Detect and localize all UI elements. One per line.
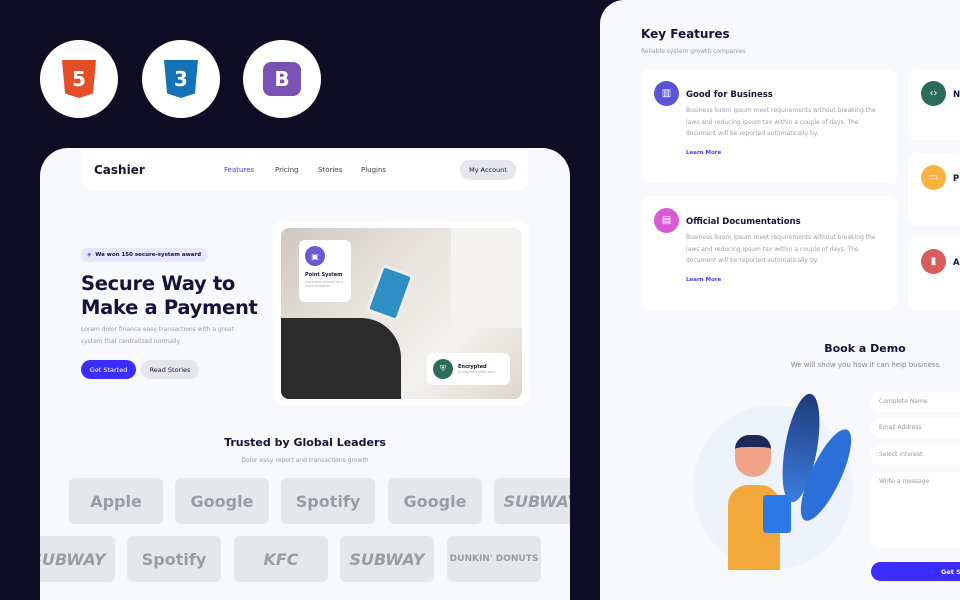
google-logo: Google xyxy=(175,478,269,524)
spotify-logo: Spotify xyxy=(127,536,221,582)
key-features-title: Key Features xyxy=(641,27,730,41)
trusted-subtitle: Dolor easy report and transactions growt… xyxy=(241,457,369,464)
features-page-preview: Key Features Reliable system growth comp… xyxy=(600,0,960,600)
payment-icon: ▭ xyxy=(921,165,946,190)
email-input[interactable]: Email Address xyxy=(871,418,960,438)
name-input[interactable]: Complete Name xyxy=(871,392,960,412)
subway-logo: SUBWAY xyxy=(40,536,115,582)
nav-plugins[interactable]: Plugins xyxy=(361,166,386,174)
html5-logo: 5 xyxy=(40,40,118,118)
html5-icon: 5 xyxy=(62,60,96,98)
interest-select[interactable]: Select interest xyxy=(871,445,960,465)
subway-logo: SUBWAY xyxy=(494,478,570,524)
spotify-logo: Spotify xyxy=(281,478,375,524)
feature-title: Official Documentations xyxy=(686,217,801,227)
dunkin-logo: DUNKIN' DONUTS xyxy=(447,536,541,582)
encrypted-card: ⛨ Encrypted Shopping safety easy xyxy=(427,353,510,385)
read-stories-button[interactable]: Read Stories xyxy=(141,360,199,379)
book-demo-title: Book a Demo xyxy=(824,342,906,355)
demo-illustration xyxy=(693,391,861,570)
chart-icon: ▮ xyxy=(921,249,946,274)
point-title: Point System xyxy=(305,272,343,278)
hero-lead: Lorem dolor finance easy transactions wi… xyxy=(81,326,234,345)
google-logo: Google xyxy=(388,478,482,524)
point-system-card: ▣ Point System Get more awards and more … xyxy=(299,240,351,302)
feature-title: A xyxy=(953,258,960,268)
message-textarea[interactable]: Write a message xyxy=(871,472,960,548)
css3-logo: 3 xyxy=(142,40,220,118)
award-text: We won 150 secure-system award xyxy=(95,252,202,258)
bootstrap-icon: B xyxy=(263,62,301,96)
payment-photo: ▣ Point System Get more awards and more … xyxy=(281,228,522,399)
navbar: Cashier Features Pricing Stories Plugins… xyxy=(82,150,528,191)
feature-desc: Business lorem ipsum meet requirements w… xyxy=(686,107,876,137)
hero-title: Secure Way to Make a Payment xyxy=(81,272,258,319)
brand-logo[interactable]: Cashier xyxy=(94,163,145,177)
my-account-button[interactable]: My Account xyxy=(460,160,516,180)
key-features-subtitle: Reliable system growth companies xyxy=(641,48,746,55)
nav-pricing[interactable]: Pricing xyxy=(275,166,299,174)
landing-page-preview: Cashier Features Pricing Stories Plugins… xyxy=(40,148,570,600)
kfc-logo: KFC xyxy=(234,536,328,582)
encrypted-desc: Shopping safety easy xyxy=(458,370,496,374)
nav-stories[interactable]: Stories xyxy=(318,166,342,174)
card-reader xyxy=(365,263,415,323)
submit-button[interactable]: Get St xyxy=(871,562,960,581)
subway-logo: SUBWAY xyxy=(340,536,434,582)
feature-card-side: ▭ P xyxy=(908,153,960,225)
document-icon: ▤ xyxy=(654,208,679,233)
nav-features[interactable]: Features xyxy=(224,166,254,174)
shield-icon: ◈ xyxy=(87,252,92,258)
feature-card-docs: ▤ Official Documentations Business lorem… xyxy=(641,196,897,310)
feature-title: P xyxy=(953,174,960,184)
feature-title: Good for Business xyxy=(686,90,773,100)
learn-more-link[interactable]: Learn More xyxy=(686,150,721,156)
shield-lock-icon: ⛨ xyxy=(433,359,453,379)
css3-icon: 3 xyxy=(164,60,198,98)
apple-logo: Apple xyxy=(69,478,163,524)
feature-card-business: ▥ Good for Business Business lorem ipsum… xyxy=(641,69,897,183)
feature-desc: Business lorem ipsum meet requirements w… xyxy=(686,234,876,264)
trusted-title: Trusted by Global Leaders xyxy=(224,436,386,449)
hero-image-card: ▣ Point System Get more awards and more … xyxy=(273,221,530,405)
point-desc: Get more awards and more freedom xyxy=(305,280,343,288)
get-started-button[interactable]: Get Started xyxy=(81,360,136,379)
award-badge: ◈ We won 150 secure-system award xyxy=(81,248,209,262)
bootstrap-logo: B xyxy=(243,40,321,118)
building-icon: ▥ xyxy=(654,81,679,106)
gift-icon: ▣ xyxy=(305,246,325,266)
feature-card-side: ‹› N xyxy=(908,69,960,140)
book-demo-subtitle: We will show you how it can help busines… xyxy=(790,361,940,369)
code-icon: ‹› xyxy=(921,81,946,106)
learn-more-link[interactable]: Learn More xyxy=(686,277,721,283)
feature-title: N xyxy=(953,90,960,100)
feature-card-side: ▮ A xyxy=(908,237,960,310)
